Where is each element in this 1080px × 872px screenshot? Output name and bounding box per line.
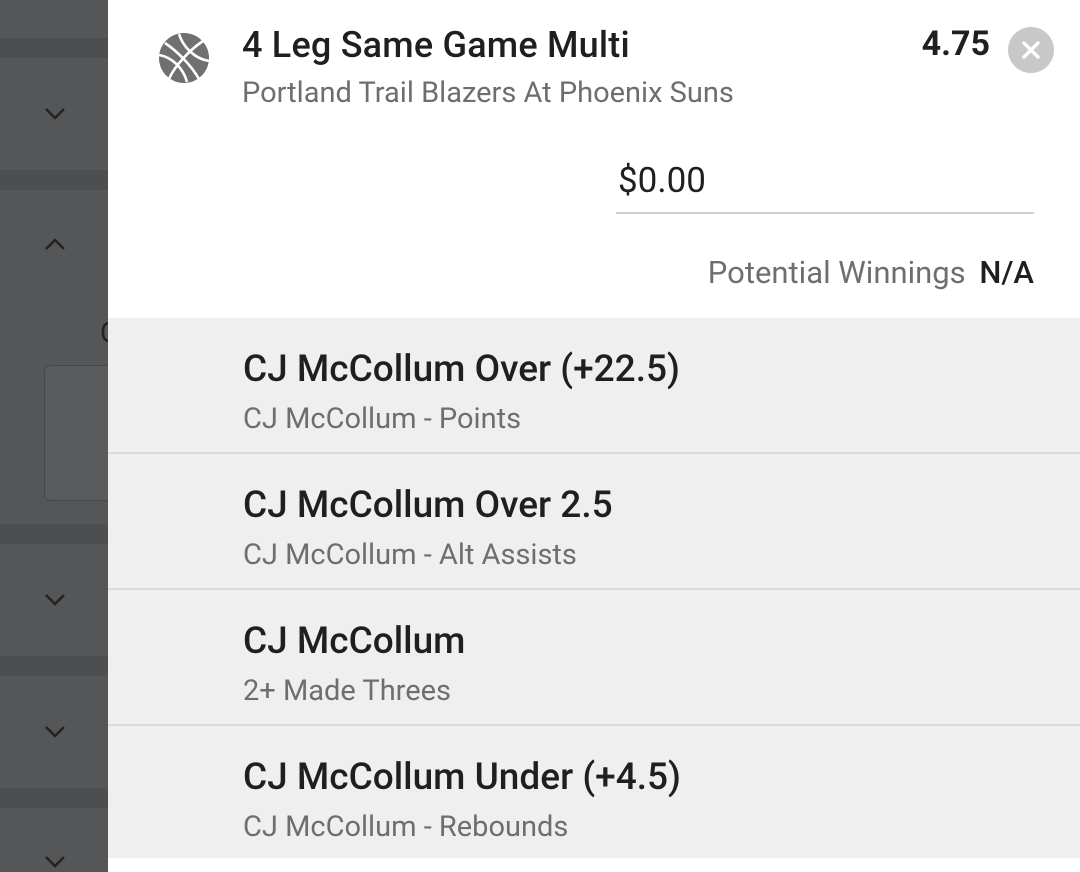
leg-title: CJ McCollum Over (+22.5) [243,348,680,391]
bet-header: 4 Leg Same Game Multi Portland Trail Bla… [108,0,1080,318]
winnings-value: N/A [979,254,1034,291]
divider [0,38,108,58]
divider [0,656,108,676]
stake-input[interactable] [616,160,1036,201]
potential-winnings: Potential Winnings N/A [708,254,1034,291]
leg-title: CJ McCollum Over 2.5 [243,484,613,527]
leg-market: CJ McCollum - Alt Assists [243,538,577,572]
leg-market: CJ McCollum - Points [243,402,522,436]
chevron-up-icon[interactable] [44,237,66,251]
divider [0,788,108,808]
leg-item: CJ McCollum Over 2.5 CJ McCollum - Alt A… [108,454,1080,590]
event-name: Portland Trail Blazers At Phoenix Suns [242,76,734,110]
bet-odds: 4.75 [921,24,990,64]
leg-title: CJ McCollum [243,620,466,663]
chevron-down-icon[interactable] [44,107,66,121]
divider [0,170,108,190]
leg-market: 2+ Made Threes [243,674,451,708]
background-overlay: C [0,0,126,872]
chevron-down-icon[interactable] [44,593,66,607]
leg-market: CJ McCollum - Rebounds [243,810,569,844]
divider [0,524,108,544]
bet-slip-panel: 4 Leg Same Game Multi Portland Trail Bla… [108,0,1080,872]
close-icon [1008,39,1054,61]
remove-bet-button[interactable] [1008,27,1054,73]
winnings-label: Potential Winnings [707,254,966,291]
leg-item: CJ McCollum 2+ Made Threes [108,590,1080,726]
stake-field[interactable] [616,160,1036,214]
bet-legs-list: CJ McCollum Over (+22.5) CJ McCollum - P… [108,318,1080,858]
leg-item: CJ McCollum Under (+4.5) CJ McCollum - R… [108,726,1080,860]
chevron-down-icon[interactable] [44,855,66,869]
leg-item: CJ McCollum Over (+22.5) CJ McCollum - P… [108,318,1080,454]
basketball-icon [157,31,211,85]
panel-bottom-edge [108,858,1080,872]
leg-title: CJ McCollum Under (+4.5) [243,756,681,799]
bet-title: 4 Leg Same Game Multi [242,24,630,66]
chevron-down-icon[interactable] [44,725,66,739]
